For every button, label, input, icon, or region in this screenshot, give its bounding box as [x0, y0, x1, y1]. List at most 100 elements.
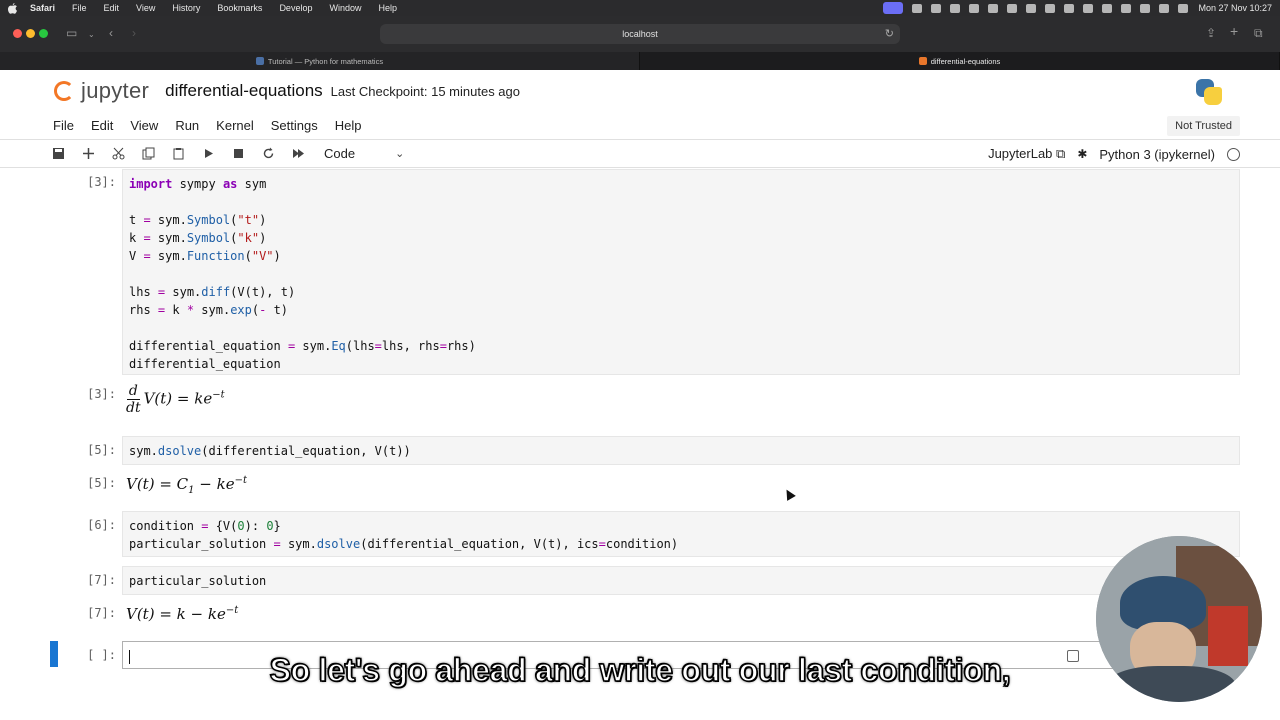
copy-icon[interactable] — [138, 144, 158, 164]
menu-window[interactable]: Window — [329, 3, 361, 13]
code-input[interactable]: sym.dsolve(differential_equation, V(t)) — [122, 436, 1240, 465]
run-icon[interactable] — [198, 144, 218, 164]
menu-safari[interactable]: Safari — [30, 3, 55, 13]
status-icon-4[interactable] — [1007, 3, 1018, 13]
jmenu-view[interactable]: View — [130, 118, 158, 133]
chevron-down-icon[interactable]: ⌄ — [88, 28, 95, 42]
apple-icon[interactable] — [8, 2, 18, 14]
code-text: particular_solution — [129, 574, 267, 588]
jupyter-menu-bar: File Edit View Run Kernel Settings Help … — [0, 112, 1280, 140]
cell-type-value: Code — [324, 146, 356, 161]
new-tab-icon[interactable]: + — [1230, 24, 1238, 38]
input-prompt: [7]: — [87, 573, 116, 587]
forward-icon[interactable]: › — [132, 26, 136, 40]
video-subtitle: So let's go ahead and write out our last… — [269, 651, 1012, 689]
tab-favicon-icon — [255, 57, 264, 65]
kernel-name[interactable]: Python 3 (ipykernel) — [1099, 147, 1215, 162]
menu-view[interactable]: View — [136, 3, 155, 13]
headphones-icon[interactable] — [1083, 3, 1094, 13]
fast-forward-icon[interactable] — [288, 144, 308, 164]
grid-icon[interactable] — [988, 3, 999, 13]
jupyter-brand[interactable]: jupyter — [81, 78, 149, 104]
checkpoint-status: Last Checkpoint: 15 minutes ago — [330, 83, 520, 99]
address-bar-url: localhost — [622, 29, 658, 39]
search-icon[interactable] — [1159, 3, 1170, 13]
cell-type-select[interactable]: Code ⌄ — [324, 146, 404, 161]
menu-edit[interactable]: Edit — [104, 3, 120, 13]
screen-recording-icon[interactable] — [883, 2, 904, 14]
trust-status-button[interactable]: Not Trusted — [1167, 116, 1240, 136]
record-icon[interactable] — [1026, 3, 1037, 13]
menu-help[interactable]: Help — [378, 3, 397, 13]
control-center-icon[interactable] — [1178, 3, 1189, 13]
python-logo-icon — [1196, 79, 1222, 105]
menu-history[interactable]: History — [172, 3, 200, 13]
history-icon[interactable] — [1064, 3, 1075, 13]
code-input[interactable]: particular_solution — [122, 566, 1240, 595]
output-prompt: [7]: — [87, 606, 116, 620]
paste-icon[interactable] — [168, 144, 188, 164]
menu-develop[interactable]: Develop — [279, 3, 312, 13]
back-icon[interactable]: ‹ — [109, 26, 113, 40]
jupyterlab-link[interactable]: JupyterLab ⧉ — [988, 146, 1065, 162]
jmenu-settings[interactable]: Settings — [271, 118, 318, 133]
notebook-toolbar: Code ⌄ JupyterLab ⧉ ✱ Python 3 (ipykerne… — [0, 140, 1280, 168]
tab-tutorial[interactable]: Tutorial — Python for mathematics — [0, 52, 640, 70]
menu-bar-clock[interactable]: Mon 27 Nov 10:27 — [1198, 3, 1272, 13]
status-icon-2[interactable] — [931, 3, 942, 13]
toolbar-right: JupyterLab ⧉ ✱ Python 3 (ipykernel) — [988, 140, 1240, 168]
jmenu-file[interactable]: File — [53, 118, 74, 133]
cut-icon[interactable] — [108, 144, 128, 164]
restart-icon[interactable] — [258, 144, 278, 164]
menu-bookmarks[interactable]: Bookmarks — [217, 3, 262, 13]
jupyter-logo-icon[interactable] — [52, 79, 76, 103]
code-text: import sympy as sym t = sym.Symbol("t") … — [129, 177, 476, 371]
kernel-status-icon — [1227, 147, 1240, 161]
jupyter-page: jupyter differential-equations Last Chec… — [0, 70, 1280, 720]
stop-icon[interactable] — [228, 144, 248, 164]
code-text: condition = {V(0): 0} particular_solutio… — [129, 519, 679, 551]
macos-menu-bar: Safari File Edit View History Bookmarks … — [0, 0, 1280, 16]
math-output: V(t) = k − ke−t — [126, 605, 239, 623]
add-cell-icon[interactable] — [78, 144, 98, 164]
wifi-icon[interactable] — [1140, 3, 1151, 13]
tab-title: differential-equations — [930, 56, 1001, 66]
safari-tab-bar: Tutorial — Python for mathematics differ… — [0, 52, 1280, 70]
zoom-window-button[interactable] — [39, 29, 48, 38]
jmenu-run[interactable]: Run — [175, 118, 199, 133]
minimize-window-button[interactable] — [26, 29, 35, 38]
close-window-button[interactable] — [13, 29, 22, 38]
jmenu-edit[interactable]: Edit — [91, 118, 113, 133]
battery-icon[interactable] — [1121, 3, 1132, 13]
status-icon-3[interactable] — [950, 3, 961, 13]
code-text: sym.dsolve(differential_equation, V(t)) — [129, 444, 411, 458]
status-icon-5[interactable] — [1045, 3, 1056, 13]
safari-toolbar: ▭ ⌄ ‹ › localhost ↻ ⇪ + ⧉ — [0, 16, 1280, 52]
status-icon-1[interactable] — [912, 3, 923, 13]
notebook-name[interactable]: differential-equations — [165, 81, 323, 101]
math-output: V(t) = C1 − ke−t — [126, 475, 248, 496]
menu-bar-status-area: Mon 27 Nov 10:27 — [874, 0, 1272, 16]
save-icon[interactable] — [48, 144, 68, 164]
debugger-icon[interactable]: ✱ — [1077, 147, 1087, 161]
share-icon[interactable]: ⇪ — [1206, 26, 1216, 40]
status-icon-6[interactable] — [1102, 3, 1113, 13]
tab-differential-equations[interactable]: differential-equations — [640, 52, 1280, 70]
jmenu-kernel[interactable]: Kernel — [216, 118, 254, 133]
output-prompt: [5]: — [87, 476, 116, 490]
jmenu-help[interactable]: Help — [335, 118, 362, 133]
address-bar[interactable]: localhost ↻ — [380, 24, 900, 44]
output-prompt: [3]: — [87, 387, 116, 401]
input-prompt: [6]: — [87, 518, 116, 532]
code-input[interactable]: import sympy as sym t = sym.Symbol("t") … — [122, 169, 1240, 375]
input-prompt: [3]: — [87, 175, 116, 189]
math-output: d dt V(t) = ke−t — [126, 383, 225, 416]
notebook-area: [3]: import sympy as sym t = sym.Symbol(… — [40, 169, 1250, 689]
code-input[interactable]: condition = {V(0): 0} particular_solutio… — [122, 511, 1240, 557]
reload-icon[interactable]: ↻ — [885, 27, 894, 40]
tab-overview-icon[interactable]: ⧉ — [1254, 26, 1263, 40]
input-prompt: [5]: — [87, 443, 116, 457]
sidebar-icon[interactable]: ▭ — [66, 26, 77, 40]
bookmark-icon[interactable] — [969, 3, 980, 13]
menu-file[interactable]: File — [72, 3, 87, 13]
